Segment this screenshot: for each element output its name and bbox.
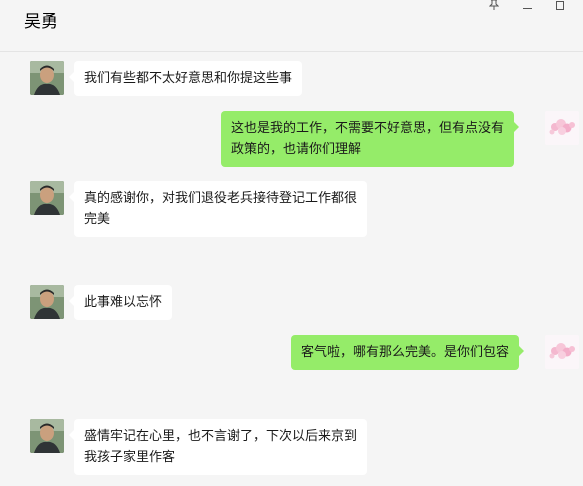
contact-avatar[interactable] (30, 181, 64, 215)
message-bubble: 我们有些都不太好意思和你提这些事 (68, 61, 303, 96)
contact-name: 吴勇 (24, 12, 58, 32)
contact-avatar[interactable] (30, 61, 64, 95)
maximize-icon[interactable] (553, 0, 567, 12)
contact-avatar[interactable] (30, 419, 64, 453)
chat-window: 吴勇 我们有些都不太好意思和你提这些事 这也是我的工作，不需要不好意思，但有点没… (0, 0, 583, 486)
message-bubble: 客气啦，哪有那么完美。是你们包容 (291, 335, 525, 370)
my-avatar[interactable] (545, 111, 579, 145)
message-bubble: 此事难以忘怀 (68, 285, 173, 320)
message-bubble: 盛情牢记在心里，也不言谢了，下次以后来京到 我孩子家里作客 (68, 419, 368, 475)
pin-icon[interactable] (487, 0, 501, 12)
minimize-icon[interactable] (520, 0, 534, 12)
contact-avatar[interactable] (30, 285, 64, 319)
message-bubble: 这也是我的工作，不需要不好意思，但有点没有 政策的，也请你们理解 (221, 111, 520, 167)
my-avatar[interactable] (545, 335, 579, 369)
chat-header: 吴勇 (0, 0, 583, 52)
message-bubble: 真的感谢你，对我们退役老兵接待登记工作都很 完美 (68, 181, 368, 237)
